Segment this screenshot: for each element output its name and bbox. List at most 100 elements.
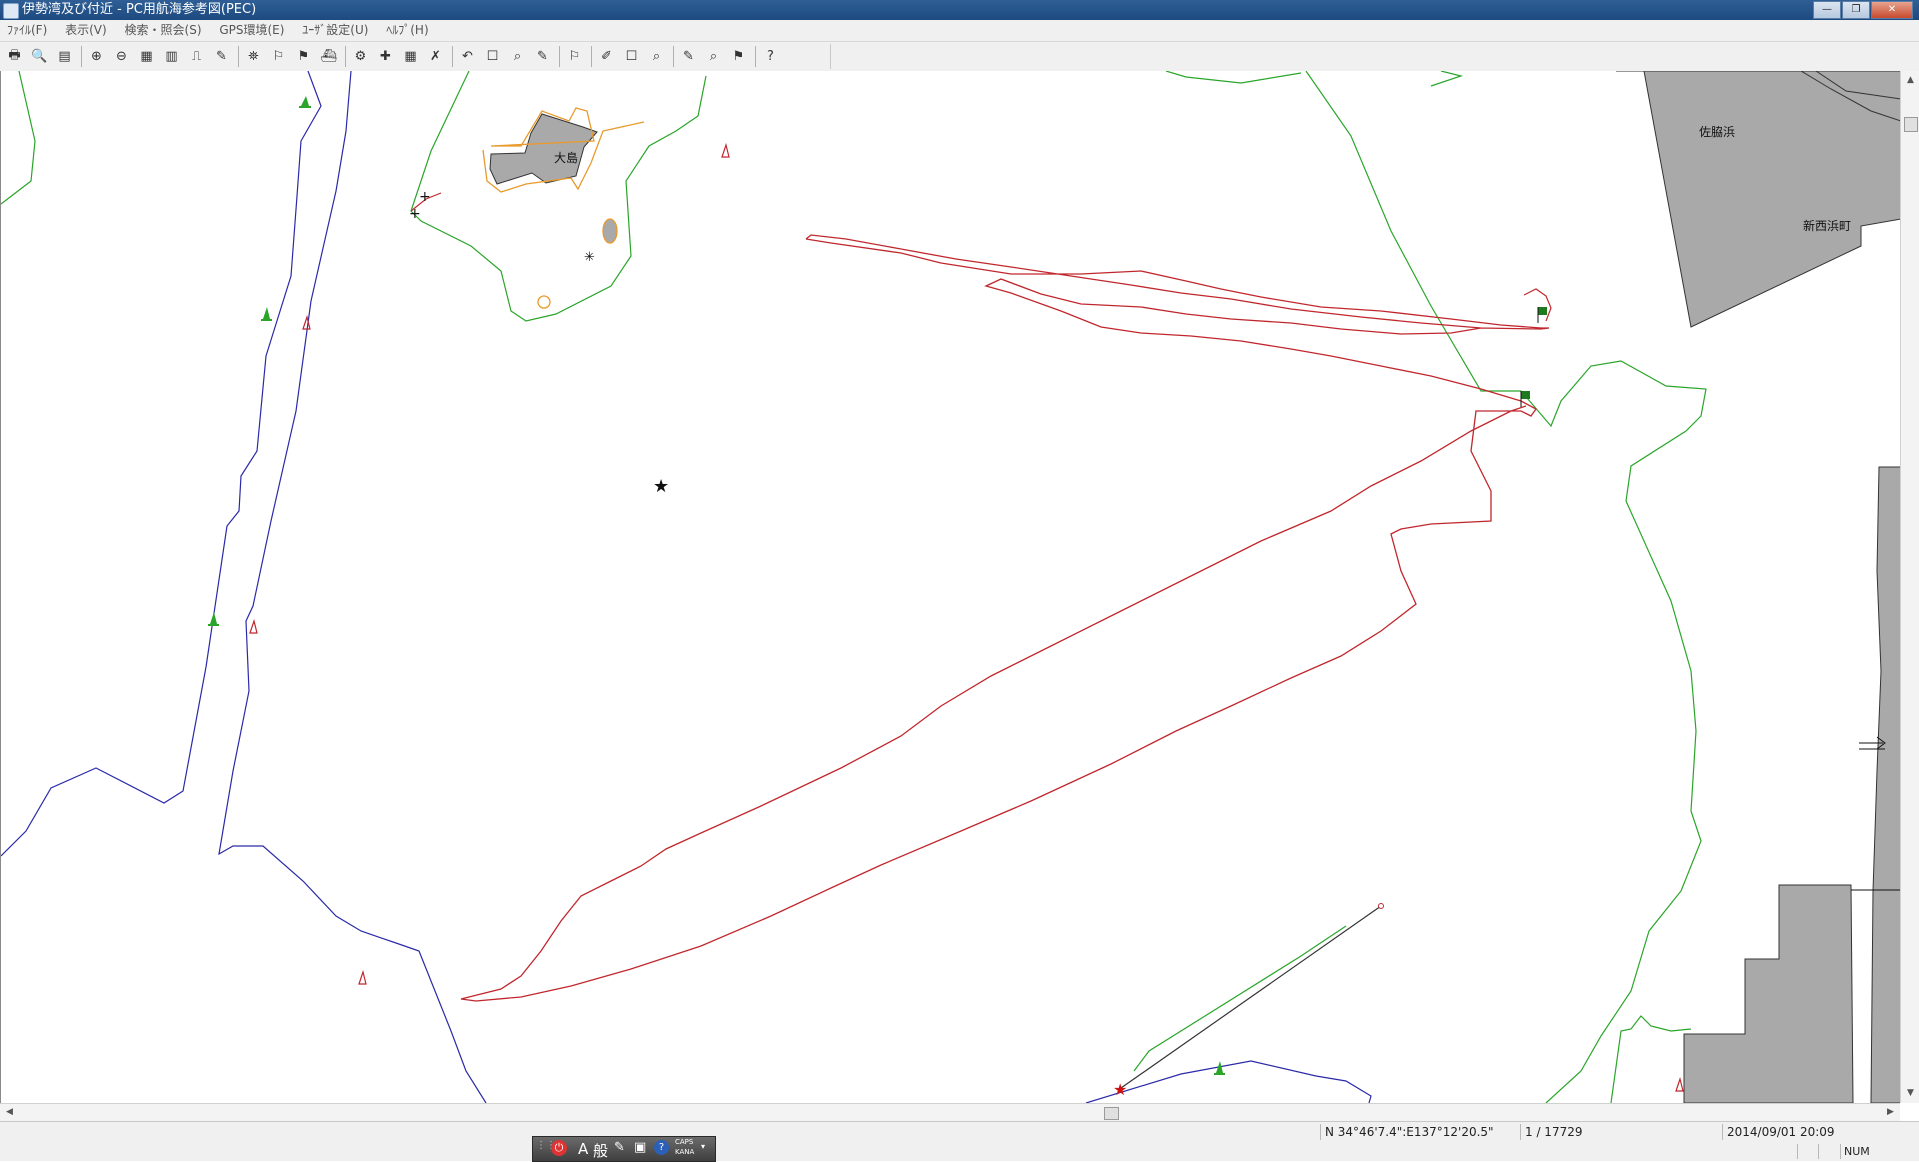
find-icon[interactable]: ⌕ (703, 46, 724, 67)
maximize-button[interactable]: ❐ (1842, 1, 1870, 19)
ime-power-icon[interactable]: ⏻ (551, 1140, 567, 1156)
toolbar: 🖶 🔍 ▤ ⊕ ⊖ ▦ ▥ ⎍ ✎ ⛯ ⚐ ⚑ ⛴ ⚙ ✚ ▦ ✗ ↶ ☐ ⌕ … (0, 42, 1919, 72)
label-oshima: 大島 (554, 151, 579, 165)
menu-view[interactable]: 表示(V) (58, 20, 114, 41)
land-area-east (1870, 466, 1901, 1103)
buoy-green[interactable] (299, 96, 311, 108)
draw-icon[interactable]: ✎ (678, 46, 699, 67)
window-icon[interactable]: ☐ (482, 46, 503, 67)
chart-table-icon[interactable]: ▦ (400, 46, 421, 67)
port-icon[interactable]: ⛴ (318, 46, 339, 67)
ime-dictionary-icon[interactable]: ✎ (614, 1140, 625, 1155)
help-icon[interactable]: ? (760, 46, 781, 67)
depth-contour-southeast (1610, 1015, 1692, 1103)
star-marker[interactable]: ★ (653, 476, 669, 497)
status-datetime: 2014/09/01 20:09 (1722, 1124, 1917, 1140)
memo-icon[interactable]: ☐ (621, 46, 642, 67)
status-bar: N 34°46'7.4":E137°12'20.5" 1 / 17729 201… (0, 1121, 1919, 1161)
channel-line-west (1, 71, 322, 857)
depth-contour-north2 (1430, 71, 1464, 87)
land-area-southeast (1683, 884, 1854, 1103)
toolbar-separator (345, 46, 346, 67)
islet (602, 218, 618, 244)
measure-icon[interactable]: ✎ (211, 46, 232, 67)
route-icon[interactable]: ↶ (457, 46, 478, 67)
buoy-green[interactable] (208, 612, 219, 626)
print-preview-icon[interactable]: 🔍 (29, 46, 50, 67)
destination-star[interactable]: ★ (1113, 1080, 1127, 1099)
wreck-marker: + (409, 206, 421, 222)
zoom-out-icon[interactable]: ⊖ (111, 46, 132, 67)
rock-marker: ✳ (584, 250, 595, 265)
minimize-button[interactable]: — (1813, 1, 1841, 19)
menu-file[interactable]: ﾌｧｲﾙ(F) (0, 20, 54, 41)
ship-icon[interactable]: ⚑ (293, 46, 314, 67)
toolbar-separator (452, 46, 453, 67)
wreck-marker: + (419, 189, 431, 205)
chart-canvas[interactable]: ★ ★ ✳ + + 大島 佐脇浜 新西浜町 (0, 71, 1901, 1103)
edit-icon[interactable]: ✐ (596, 46, 617, 67)
depth-contour-north (1165, 71, 1302, 84)
toolbar-separator (755, 46, 756, 67)
islet-small (537, 295, 551, 309)
ime-input-mode[interactable]: A (578, 1140, 588, 1158)
vertical-scroll-thumb[interactable] (1904, 117, 1918, 132)
vertical-scrollbar[interactable]: ▲ ▼ (1900, 71, 1919, 1103)
depth-contour-south (1133, 925, 1347, 1072)
waypoint-marker[interactable] (1378, 903, 1384, 909)
mark-icon[interactable]: ✗ (425, 46, 446, 67)
toolbar-end (830, 44, 831, 69)
scroll-left-button[interactable]: ◀ (2, 1105, 17, 1120)
menu-user-settings[interactable]: ﾕｰｻﾞ設定(U) (295, 20, 375, 41)
horizontal-scroll-thumb[interactable] (1104, 1107, 1119, 1120)
scroll-up-button[interactable]: ▲ (1903, 73, 1918, 88)
ime-help-icon[interactable]: ? (654, 1140, 669, 1155)
buoy-icon[interactable]: ⚐ (268, 46, 289, 67)
island-oshima (489, 113, 598, 185)
toolbar-separator (238, 46, 239, 67)
flag-search-icon[interactable]: ⚐ (564, 46, 585, 67)
toolbar-separator (81, 46, 82, 67)
buoy-red[interactable] (249, 618, 258, 634)
ime-language-bar[interactable]: ⋮⋮ ⏻ A 般 ✎ ▣ ? CAPS KANA ▾ (532, 1136, 716, 1162)
nautical-chart[interactable]: ★ ★ ✳ + + (1, 71, 1901, 1103)
horizontal-scrollbar[interactable]: ◀ ▶ (0, 1103, 1900, 1121)
buoy-red[interactable] (1675, 1076, 1684, 1092)
label-sawahama: 佐脇浜 (1699, 125, 1736, 139)
pen-icon[interactable]: ✎ (532, 46, 553, 67)
ruler-icon[interactable]: ⎍ (186, 46, 207, 67)
ime-options-icon[interactable]: ▾ (701, 1142, 705, 1151)
depth-contour-oshima (410, 71, 707, 322)
search-window-icon[interactable]: ⌕ (646, 46, 667, 67)
ime-conversion-mode[interactable]: 般 (593, 1140, 608, 1161)
app-icon[interactable] (3, 3, 19, 19)
download-icon[interactable]: ⚑ (728, 46, 749, 67)
magnify-window-icon[interactable]: ⌕ (507, 46, 528, 67)
window-controls: — ❐ ✕ (1812, 1, 1913, 19)
menu-gps[interactable]: GPS環境(E) (212, 20, 291, 41)
title-bar: 伊勢湾及び付近 - PC用航海参考図(PEC) — ❐ ✕ (0, 0, 1919, 20)
ime-tools-icon[interactable]: ▣ (634, 1140, 646, 1155)
binoculars-icon[interactable]: ⛯ (243, 46, 264, 67)
table-icon[interactable]: ✚ (375, 46, 396, 67)
buoy-green[interactable] (261, 307, 272, 321)
scroll-right-button[interactable]: ▶ (1883, 1105, 1898, 1120)
menu-help[interactable]: ﾍﾙﾌﾟ(H) (379, 20, 435, 41)
scroll-down-button[interactable]: ▼ (1903, 1086, 1918, 1101)
status-scale: 1 / 17729 (1520, 1124, 1725, 1140)
buoy-red[interactable] (358, 969, 367, 985)
zoom-in-icon[interactable]: ⊕ (86, 46, 107, 67)
close-button[interactable]: ✕ (1871, 1, 1913, 19)
gps-settings-icon[interactable]: ⚙ (350, 46, 371, 67)
fit-view-icon[interactable]: ▦ (136, 46, 157, 67)
channel-line-east (218, 71, 487, 1103)
ime-kana-label: KANA (675, 1148, 695, 1156)
depth-contour-east (1305, 71, 1707, 1103)
grid-icon[interactable]: ▥ (161, 46, 182, 67)
layer-icon[interactable]: ▤ (54, 46, 75, 67)
print-icon[interactable]: 🖶 (4, 46, 25, 67)
status-num: NUM (1840, 1144, 1887, 1159)
buoy-red[interactable] (721, 142, 730, 158)
label-shinsaihama: 新西浜町 (1803, 219, 1852, 233)
menu-search[interactable]: 検索・照会(S) (118, 20, 209, 41)
